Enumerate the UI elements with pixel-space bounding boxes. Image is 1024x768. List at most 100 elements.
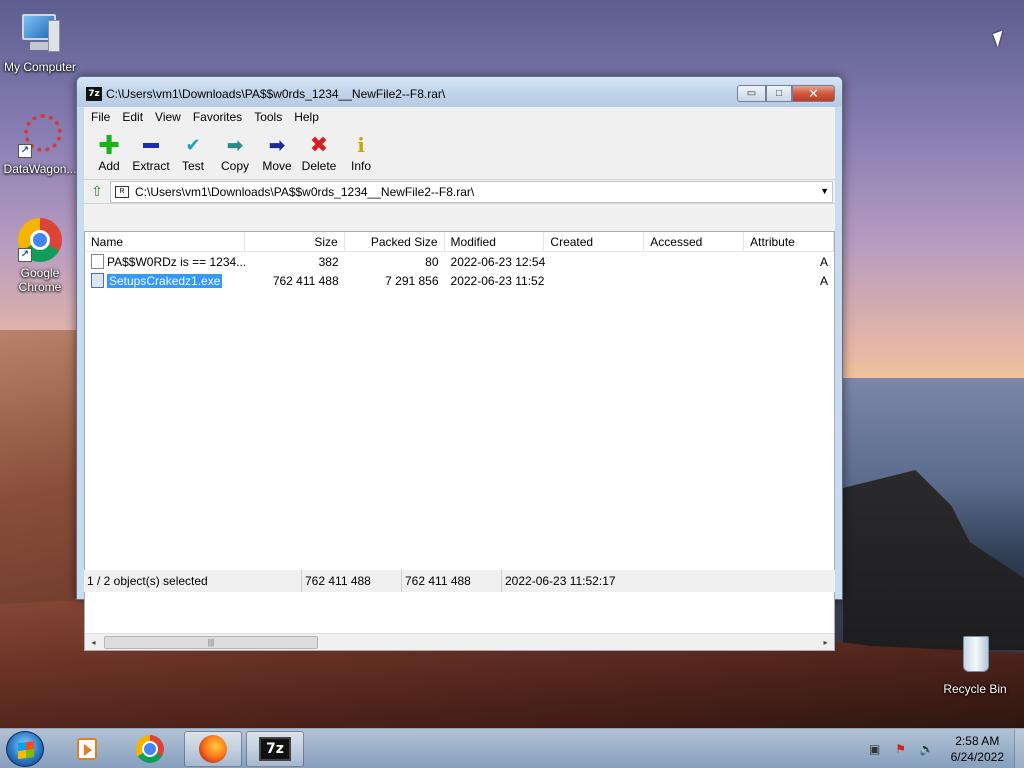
add-button[interactable]: ✚ Add — [88, 131, 130, 173]
desktop-icon-label: My Computer — [3, 60, 77, 74]
minimize-button[interactable]: ▭ — [737, 85, 766, 102]
shortcut-arrow-icon: ↗ — [18, 144, 32, 158]
window-client-area: File Edit View Favorites Tools Help ✚ Ad… — [84, 107, 835, 651]
move-arrow-icon: ➡ — [268, 134, 286, 157]
info-icon: i — [357, 133, 365, 157]
chrome-icon — [136, 735, 164, 763]
up-folder-button[interactable]: ⇧ — [84, 181, 110, 203]
column-header-modified[interactable]: Modified — [445, 232, 545, 251]
column-header-packed-size[interactable]: Packed Size — [345, 232, 445, 251]
shortcut-arrow-icon: ↗ — [18, 248, 32, 262]
taskbar-7zip[interactable]: 7z — [246, 731, 304, 767]
status-packed-size: 762 411 488 — [402, 570, 502, 592]
status-selection: 1 / 2 object(s) selected — [84, 570, 302, 592]
desktop-icon-datawagon[interactable]: ↗ DataWagon... — [0, 112, 80, 176]
scroll-right-icon[interactable]: ▸ — [817, 634, 834, 651]
move-button[interactable]: ➡ Move — [256, 131, 298, 174]
start-button[interactable] — [6, 731, 44, 767]
info-button-label: Info — [350, 159, 371, 173]
file-name: PA$$W0RDz is == 1234... — [107, 254, 245, 269]
column-header-created[interactable]: Created — [544, 232, 645, 251]
file-size: 762 411 488 — [272, 273, 339, 288]
close-button[interactable]: ✕ — [792, 85, 835, 102]
column-header-name[interactable]: Name — [85, 232, 245, 251]
volume-icon[interactable]: 🔈 — [919, 741, 935, 757]
network-icon[interactable]: ▣ — [867, 741, 883, 757]
info-button[interactable]: i Info — [340, 131, 382, 173]
file-packed-size: 7 291 856 — [385, 273, 439, 288]
recycle-bin-icon — [951, 632, 999, 680]
desktop-icon-my-computer[interactable]: My Computer — [0, 10, 80, 74]
copy-button[interactable]: ➡ Copy — [214, 131, 256, 174]
taskbar: 7z ▣ ⚑ 🔈 2:58 AM 6/24/2022 — [0, 728, 1024, 768]
address-bar: ⇧ R C:\Users\vm1\Downloads\PA$$w0rds_123… — [84, 180, 835, 204]
delete-button[interactable]: ✖ Delete — [298, 131, 340, 173]
menu-help[interactable]: Help — [288, 110, 325, 124]
title-bar[interactable]: 7z C:\Users\vm1\Downloads\PA$$w0rds_1234… — [77, 77, 842, 107]
desktop-icon-recycle-bin[interactable]: Recycle Bin — [935, 632, 1015, 696]
delete-x-icon: ✖ — [309, 132, 329, 157]
file-attributes: A — [820, 273, 829, 288]
desktop-icon-google-chrome[interactable]: ↗ Google Chrome — [0, 216, 80, 294]
copy-arrow-icon: ➡ — [226, 134, 244, 157]
extract-button-label: Extract — [132, 159, 170, 173]
file-modified: 2022-06-23 12:54 — [450, 254, 546, 269]
desktop-icon-label: Recycle Bin — [943, 682, 1007, 696]
action-center-flag-icon[interactable]: ⚑ — [893, 741, 909, 757]
address-path: C:\Users\vm1\Downloads\PA$$w0rds_1234__N… — [135, 184, 475, 199]
plus-icon: ✚ — [98, 130, 120, 160]
file-name-cell: SetupsCrakedz1.exe — [85, 273, 245, 288]
file-modified: 2022-06-23 11:52 — [450, 273, 545, 288]
mouse-cursor-icon — [993, 30, 1008, 48]
menu-file[interactable]: File — [85, 110, 116, 124]
column-header-size[interactable]: Size — [245, 232, 345, 251]
file-attributes: A — [820, 254, 829, 269]
copy-button-label: Copy — [220, 159, 249, 173]
show-desktop-button[interactable] — [1014, 729, 1024, 768]
maximize-button[interactable]: □ — [766, 85, 792, 102]
table-row[interactable]: PA$$W0RDz is == 1234... 382 80 2022-06-2… — [85, 252, 834, 271]
scroll-left-icon[interactable]: ◂ — [85, 634, 102, 651]
minus-icon — [130, 131, 172, 159]
horizontal-scrollbar[interactable]: ◂ ||| ▸ — [85, 633, 834, 650]
test-button[interactable]: ✔ Test — [172, 131, 214, 174]
menu-bar: File Edit View Favorites Tools Help — [84, 107, 835, 127]
clock[interactable]: 2:58 AM 6/24/2022 — [951, 733, 1004, 765]
computer-icon — [16, 10, 64, 58]
7zip-app-icon: 7z — [86, 87, 102, 101]
desktop-icon-label: DataWagon... — [3, 162, 77, 176]
clock-time: 2:58 AM — [955, 734, 1000, 748]
taskbar-media-player[interactable] — [58, 731, 116, 767]
desktop-icon-label: Google Chrome — [18, 266, 62, 294]
status-modified: 2022-06-23 11:52:17 — [505, 574, 616, 588]
column-header-attributes[interactable]: Attribute — [744, 232, 835, 251]
menu-favorites[interactable]: Favorites — [187, 110, 248, 124]
taskbar-firefox[interactable] — [184, 731, 242, 767]
menu-tools[interactable]: Tools — [248, 110, 288, 124]
file-list-header: Name Size Packed Size Modified Created A… — [85, 232, 835, 252]
move-button-label: Move — [262, 159, 292, 173]
firefox-icon — [199, 735, 227, 763]
windows-media-player-icon — [77, 738, 97, 760]
datawagon-icon: ↗ — [16, 112, 64, 160]
7zip-file-manager-window: 7z C:\Users\vm1\Downloads\PA$$w0rds_1234… — [76, 76, 843, 651]
address-dropdown-icon[interactable]: ▼ — [820, 186, 829, 196]
archive-icon: R — [115, 185, 129, 198]
status-size: 762 411 488 — [302, 570, 402, 592]
column-header-accessed[interactable]: Accessed — [644, 232, 745, 251]
windows-logo-icon — [18, 740, 34, 760]
toolbar: ✚ Add Extract ✔ Test ➡ Copy ➡ Move ✖ Del… — [84, 127, 835, 180]
table-row-selected[interactable]: SetupsCrakedz1.exe 762 411 488 7 291 856… — [85, 271, 834, 290]
chrome-icon: ↗ — [16, 216, 64, 264]
executable-file-icon — [91, 273, 104, 288]
address-field[interactable]: R C:\Users\vm1\Downloads\PA$$w0rds_1234_… — [110, 180, 833, 203]
extract-button[interactable]: Extract — [130, 131, 172, 173]
taskbar-chrome[interactable] — [121, 731, 179, 767]
clock-date: 6/24/2022 — [950, 750, 1004, 764]
test-button-label: Test — [181, 159, 204, 173]
menu-edit[interactable]: Edit — [116, 110, 149, 124]
scroll-thumb[interactable]: ||| — [104, 636, 318, 649]
file-name-cell: PA$$W0RDz is == 1234... — [85, 254, 245, 269]
menu-view[interactable]: View — [149, 110, 187, 124]
7zip-icon: 7z — [259, 737, 291, 761]
